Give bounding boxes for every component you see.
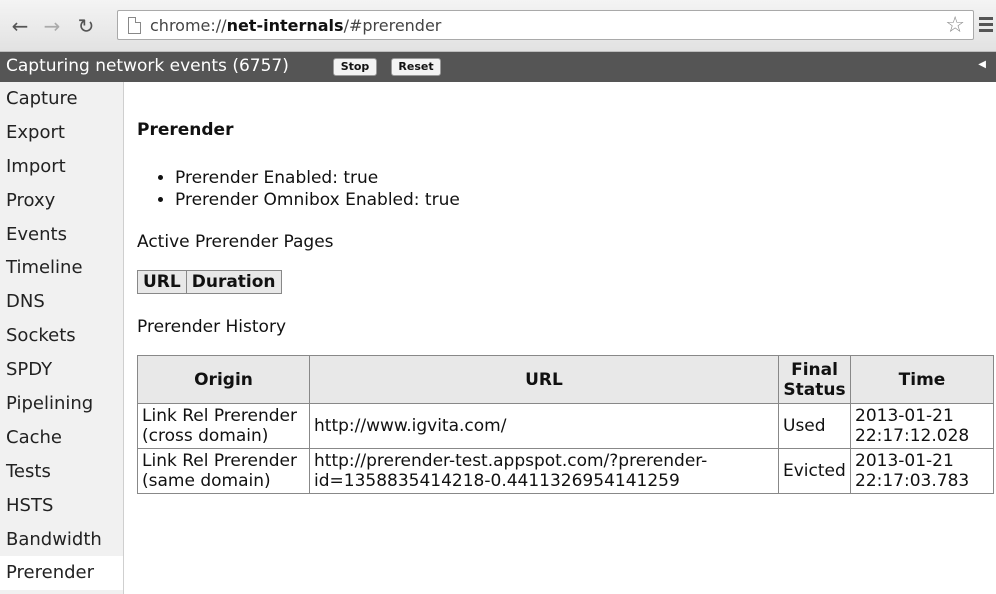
- star-icon[interactable]: ☆: [945, 13, 965, 38]
- url-text[interactable]: chrome://net-internals/#prerender: [150, 16, 441, 35]
- active-prerender-table: URL Duration: [137, 270, 282, 294]
- table-header-row: Origin URL Final Status Time: [137, 355, 994, 404]
- forward-arrow-icon[interactable]: →: [40, 14, 64, 38]
- page-title: Prerender: [137, 120, 234, 140]
- sidebar-item-prerender[interactable]: Prerender: [0, 556, 123, 591]
- sidebar-item-sockets[interactable]: Sockets: [0, 319, 123, 353]
- page-icon: [128, 17, 141, 34]
- prerender-panel: Prerender Prerender Enabled: true Preren…: [137, 82, 994, 594]
- status-cell: Used: [778, 403, 851, 449]
- back-arrow-icon[interactable]: ←: [8, 14, 32, 38]
- sidebar-item-proxy[interactable]: Proxy: [0, 184, 123, 218]
- reset-button[interactable]: Reset: [391, 58, 441, 76]
- table-row: Link Rel Prerender (cross domain) http:/…: [137, 403, 994, 449]
- sidebar: Capture Export Import Proxy Events Timel…: [0, 82, 124, 594]
- sidebar-item-pipelining[interactable]: Pipelining: [0, 387, 123, 421]
- menu-icon[interactable]: [979, 14, 993, 36]
- url-cell: http://prerender-test.appspot.com/?prere…: [309, 448, 779, 494]
- sidebar-item-spdy[interactable]: SPDY: [0, 353, 123, 387]
- list-item: Prerender Enabled: true: [175, 167, 460, 189]
- column-header: URL: [309, 355, 779, 404]
- collapse-arrow-icon[interactable]: ◀: [978, 59, 986, 70]
- column-header: Duration: [185, 270, 282, 294]
- sidebar-item-hsts[interactable]: HSTS: [0, 489, 123, 523]
- sidebar-item-tests[interactable]: Tests: [0, 455, 123, 489]
- sidebar-item-capture[interactable]: Capture: [0, 82, 123, 116]
- time-cell: 2013-01-21 22:17:12.028: [850, 403, 994, 449]
- table-row: Link Rel Prerender (same domain) http://…: [137, 448, 994, 494]
- origin-cell: Link Rel Prerender (cross domain): [137, 403, 310, 449]
- sidebar-item-events[interactable]: Events: [0, 218, 123, 252]
- column-header: URL: [137, 270, 187, 294]
- sidebar-item-cache[interactable]: Cache: [0, 421, 123, 455]
- column-header: Time: [850, 355, 994, 404]
- capture-status: Capturing network events (6757): [6, 56, 289, 76]
- active-pages-label: Active Prerender Pages: [137, 232, 334, 252]
- url-cell: http://www.igvita.com/: [309, 403, 779, 449]
- sidebar-item-import[interactable]: Import: [0, 150, 123, 184]
- browser-toolbar: ← → ↻ chrome://net-internals/#prerender …: [0, 0, 996, 52]
- sidebar-item-dns[interactable]: DNS: [0, 285, 123, 319]
- prerender-history-table: Origin URL Final Status Time Link Rel Pr…: [137, 355, 994, 494]
- status-bar: Capturing network events (6757) Stop Res…: [0, 52, 996, 82]
- column-header: Origin: [137, 355, 310, 404]
- address-bar[interactable]: chrome://net-internals/#prerender ☆: [117, 10, 974, 40]
- origin-cell: Link Rel Prerender (same domain): [137, 448, 310, 494]
- reload-icon[interactable]: ↻: [74, 14, 98, 38]
- sidebar-item-bandwidth[interactable]: Bandwidth: [0, 523, 123, 557]
- column-header: Final Status: [778, 355, 851, 404]
- sidebar-item-timeline[interactable]: Timeline: [0, 251, 123, 285]
- sidebar-item-export[interactable]: Export: [0, 116, 123, 150]
- status-cell: Evicted: [778, 448, 851, 494]
- history-label: Prerender History: [137, 317, 286, 337]
- stop-button[interactable]: Stop: [333, 58, 377, 76]
- feature-list: Prerender Enabled: true Prerender Omnibo…: [157, 167, 460, 211]
- time-cell: 2013-01-21 22:17:03.783: [850, 448, 994, 494]
- list-item: Prerender Omnibox Enabled: true: [175, 189, 460, 211]
